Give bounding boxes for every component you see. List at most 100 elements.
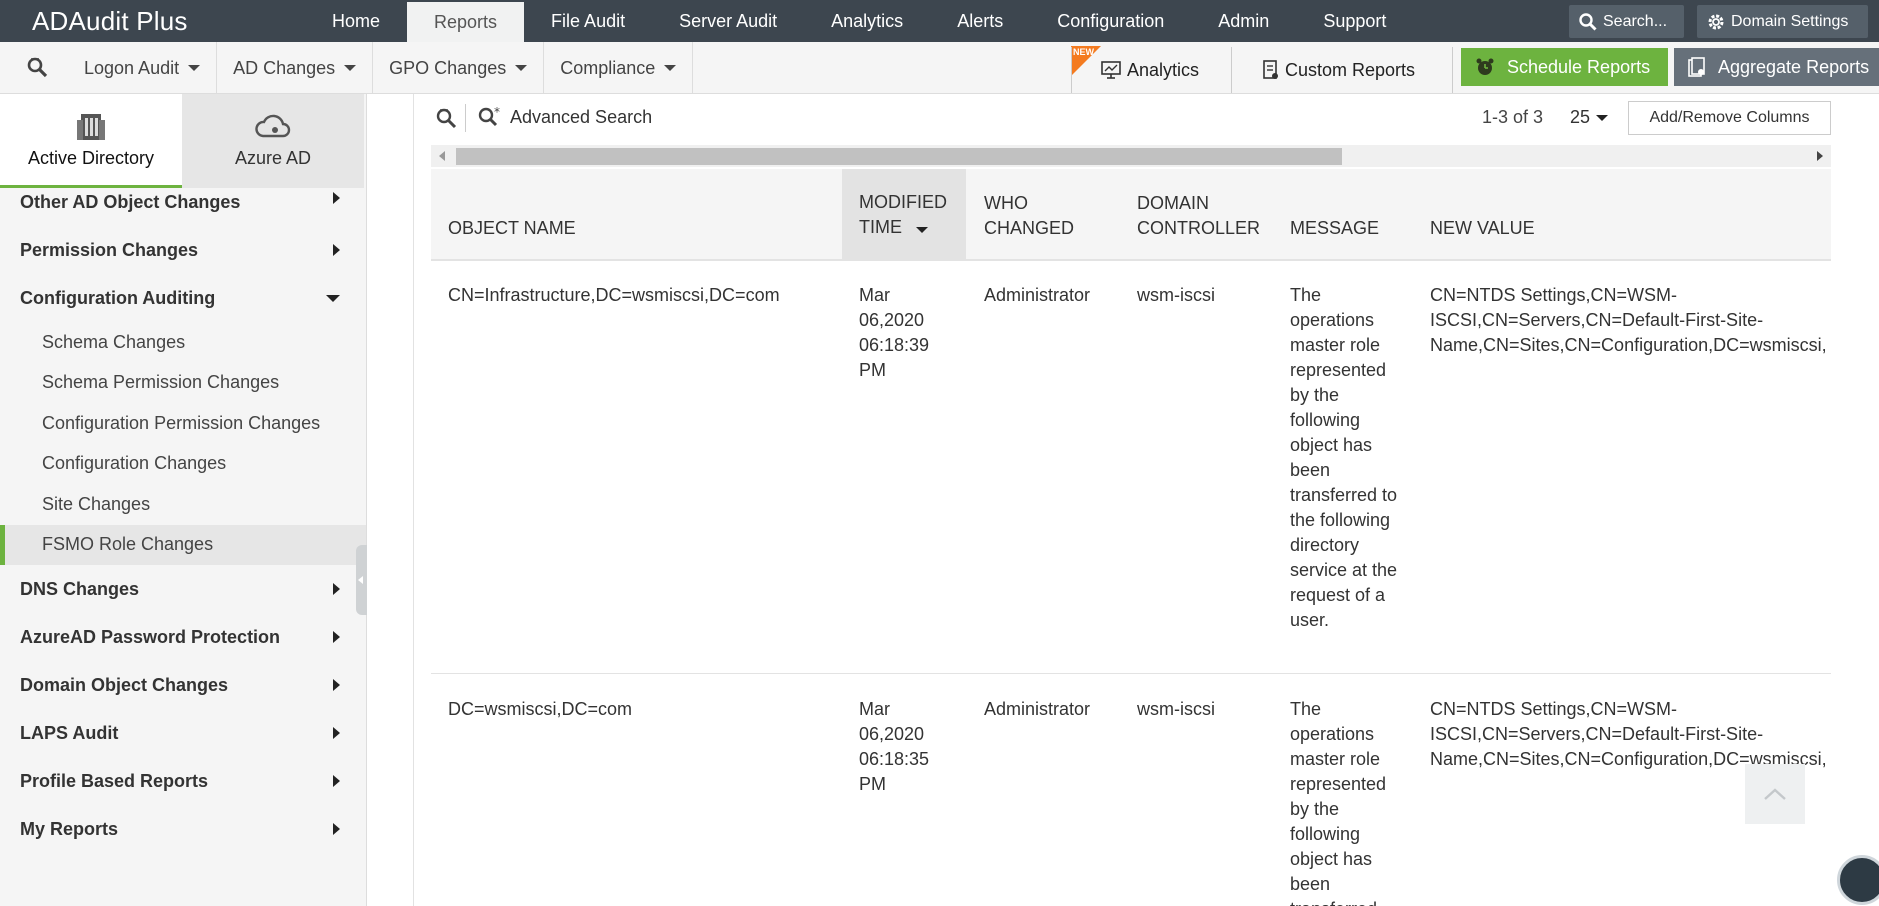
column-header-object-name[interactable]: OBJECT NAME (431, 169, 842, 261)
menu-ad-changes-label: AD Changes (233, 58, 336, 78)
custom-reports-button[interactable]: Custom Reports (1263, 47, 1415, 93)
svg-text:*: * (494, 106, 500, 119)
tab-support[interactable]: Support (1296, 0, 1413, 42)
monitor-chart-icon (1101, 61, 1121, 79)
tab-alerts[interactable]: Alerts (930, 0, 1030, 42)
content-border (413, 94, 414, 906)
quick-search-icon[interactable] (435, 107, 457, 133)
report-search-icon[interactable] (26, 56, 48, 82)
scrollbar-thumb[interactable] (456, 148, 1342, 165)
sidebar-subitem-site-changes[interactable]: Site Changes (0, 484, 366, 525)
sidebar-item-azuread-password-protection[interactable]: AzureAD Password Protection (0, 613, 366, 661)
table-row[interactable]: DC=wsmiscsi,DC=com Mar 06,2020 06:18:35 … (431, 675, 1831, 906)
sidebar-item-my-reports[interactable]: My Reports (0, 805, 366, 853)
chevron-right-icon (333, 823, 340, 835)
sidebar-subitem-configuration-permission-changes[interactable]: Configuration Permission Changes (0, 403, 366, 444)
menu-compliance-label: Compliance (560, 58, 656, 78)
column-header-domain-controller[interactable]: DOMAIN CONTROLLER (1120, 169, 1274, 261)
menu-gpo-changes[interactable]: GPO Changes (373, 42, 545, 94)
advanced-search-icon[interactable]: * (477, 105, 503, 132)
main-tabs: Home Reports File Audit Server Audit Ana… (305, 0, 1413, 42)
aggregate-reports-button[interactable]: Aggregate Reports (1674, 48, 1879, 86)
cell-message: The operations master role represented b… (1290, 285, 1398, 630)
directory-tabs: Active Directory Azure AD (0, 94, 367, 188)
scroll-right-icon[interactable] (1817, 151, 1823, 161)
chevron-right-icon (333, 679, 340, 691)
column-header-label: MESSAGE (1290, 218, 1380, 238)
sidebar-item-profile-based-reports[interactable]: Profile Based Reports (0, 757, 366, 805)
tab-home[interactable]: Home (305, 0, 407, 42)
tab-configuration[interactable]: Configuration (1030, 0, 1191, 42)
tab-active-directory-label: Active Directory (27, 148, 155, 168)
scroll-to-top-button[interactable] (1745, 764, 1805, 824)
tab-admin[interactable]: Admin (1191, 0, 1296, 42)
analytics-button[interactable]: Analytics (1101, 47, 1199, 93)
app-logo[interactable]: ADAudit Plus (32, 6, 188, 37)
schedule-reports-button[interactable]: Schedule Reports (1461, 48, 1668, 86)
column-header-label: DOMAIN CONTROLLER (1137, 193, 1261, 238)
tab-file-audit[interactable]: File Audit (524, 0, 652, 42)
sidebar-item-permission-changes[interactable]: Permission Changes (0, 226, 366, 274)
sidebar-item-other-ad-object-changes[interactable]: Other AD Object Changes (0, 188, 366, 226)
sidebar-item-domain-object-changes[interactable]: Domain Object Changes (0, 661, 366, 709)
menu-gpo-changes-label: GPO Changes (389, 58, 507, 78)
sidebar-subitem-configuration-changes[interactable]: Configuration Changes (0, 444, 366, 485)
column-header-modified-time[interactable]: MODIFIED TIME (842, 169, 966, 261)
tab-azure-ad[interactable]: Azure AD (182, 94, 364, 188)
tab-active-directory[interactable]: Active Directory (0, 94, 182, 188)
sidebar-item-label: LAPS Audit (20, 722, 119, 743)
cell-message: The operations master role represented b… (1290, 699, 1387, 906)
chevron-right-icon (333, 192, 340, 204)
chevron-down-icon (664, 65, 677, 71)
tab-reports[interactable]: Reports (407, 2, 525, 42)
cell-modified-time: Mar 06,2020 06:18:39 PM (859, 285, 930, 380)
column-header-message[interactable]: MESSAGE (1273, 169, 1413, 261)
custom-reports-label: Custom Reports (1285, 59, 1416, 80)
scroll-left-icon[interactable] (439, 151, 445, 161)
new-badge-text: NEW (1073, 47, 1094, 57)
column-header-who-changed[interactable]: WHO CHANGED (967, 169, 1095, 261)
schedule-reports-label: Schedule Reports (1507, 56, 1651, 77)
sidebar-item-configuration-auditing[interactable]: Configuration Auditing (0, 274, 366, 322)
chevron-down-icon (188, 65, 201, 71)
sidebar-collapse-handle[interactable] (356, 545, 367, 615)
menu-compliance[interactable]: Compliance (544, 42, 694, 94)
tab-server-audit[interactable]: Server Audit (652, 0, 804, 42)
sidebar-item-label: Domain Object Changes (20, 674, 229, 695)
advanced-search-link[interactable]: Advanced Search (510, 107, 652, 128)
chevron-right-icon (333, 631, 340, 643)
rows-per-page-select[interactable]: 25 (1570, 107, 1609, 128)
sidebar-item-dns-changes[interactable]: DNS Changes (0, 565, 366, 613)
global-search-button[interactable]: Search... (1569, 5, 1684, 38)
cloud-icon (255, 114, 291, 137)
table-row[interactable]: CN=Infrastructure,DC=wsmiscsi,DC=com Mar… (431, 261, 1831, 674)
chevron-down-icon (515, 65, 528, 71)
table-header: OBJECT NAME MODIFIED TIME WHO CHANGED DO… (431, 169, 1831, 261)
top-navigation-bar: ADAudit Plus Home Reports File Audit Ser… (0, 0, 1879, 42)
pagination-info: 1-3 of 3 (1482, 107, 1544, 127)
sorted-column-label: MODIFIED TIME (859, 190, 954, 240)
menu-logon-audit[interactable]: Logon Audit (68, 42, 218, 94)
analytics-label: Analytics (1127, 59, 1200, 80)
cell-who-changed: Administrator (984, 285, 1091, 305)
cell-domain-controller: wsm-iscsi (1137, 699, 1215, 719)
chat-support-icon[interactable] (1837, 855, 1879, 905)
tab-analytics[interactable]: Analytics (804, 0, 930, 42)
column-header-new-value[interactable]: NEW VALUE (1413, 169, 1831, 261)
add-remove-columns-button[interactable]: Add/Remove Columns (1628, 101, 1831, 135)
report-category-list: Other AD Object Changes Permission Chang… (0, 188, 366, 853)
sort-descending-icon (916, 227, 929, 233)
domain-settings-button[interactable]: Domain Settings (1697, 5, 1868, 38)
sidebar-item-laps-audit[interactable]: LAPS Audit (0, 709, 366, 757)
chevron-right-icon (333, 775, 340, 787)
tab-azure-ad-label: Azure AD (234, 147, 312, 168)
sidebar-subitem-schema-changes[interactable]: Schema Changes (0, 322, 366, 363)
column-header-label: WHO CHANGED (984, 193, 1075, 238)
sidebar-subitem-fsmo-role-changes[interactable]: FSMO Role Changes (0, 524, 366, 565)
menu-ad-changes[interactable]: AD Changes (217, 42, 374, 94)
divider (465, 104, 466, 132)
chevron-down-icon (1596, 114, 1609, 121)
sidebar-subitem-schema-permission-changes[interactable]: Schema Permission Changes (0, 363, 366, 404)
horizontal-scrollbar[interactable] (431, 145, 1831, 167)
rows-per-page-value: 25 (1570, 107, 1591, 127)
